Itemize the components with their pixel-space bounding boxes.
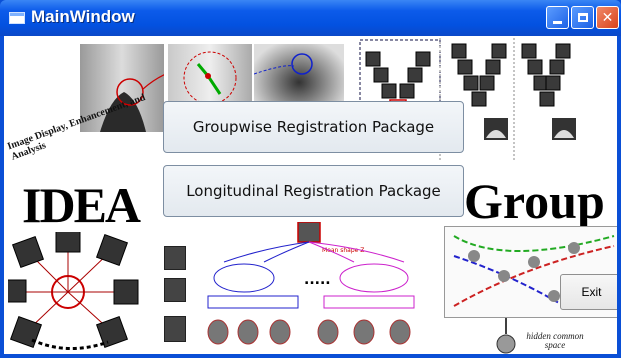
subject-brain-2 bbox=[164, 278, 186, 302]
target-overlay bbox=[254, 53, 313, 75]
svg-text:.....: ..... bbox=[304, 272, 331, 288]
close-button[interactable]: ✕ bbox=[596, 6, 619, 29]
exit-button[interactable]: Exit bbox=[560, 274, 617, 310]
maximize-button[interactable] bbox=[571, 6, 594, 29]
longitudinal-diagram: Mean shape Z ..... bbox=[207, 222, 415, 345]
minimize-button[interactable] bbox=[546, 6, 569, 29]
main-window: MainWindow ✕ Image Display, Enhancement,… bbox=[0, 0, 621, 358]
subject-brain-3 bbox=[164, 316, 186, 342]
groupwise-registration-button[interactable]: Groupwise Registration Package bbox=[163, 101, 464, 153]
longitudinal-registration-button[interactable]: Longitudinal Registration Package bbox=[163, 165, 464, 217]
title-bar[interactable]: MainWindow ✕ bbox=[0, 0, 621, 36]
window-icon bbox=[9, 12, 25, 24]
group-logo-text: Group bbox=[464, 173, 605, 229]
subject-circle-diagram bbox=[8, 232, 139, 351]
deformation-overlay bbox=[183, 51, 237, 105]
idea-logo: IDEA bbox=[22, 177, 141, 233]
close-icon: ✕ bbox=[601, 9, 614, 26]
maximize-icon bbox=[577, 13, 588, 22]
window-title: MainWindow bbox=[31, 7, 135, 26]
client-area: Image Display, Enhancement, and Analysis… bbox=[4, 36, 617, 354]
minimize-icon bbox=[553, 20, 562, 24]
hidden-space-label: hidden common space bbox=[526, 331, 584, 350]
subject-brain-1 bbox=[164, 246, 186, 270]
